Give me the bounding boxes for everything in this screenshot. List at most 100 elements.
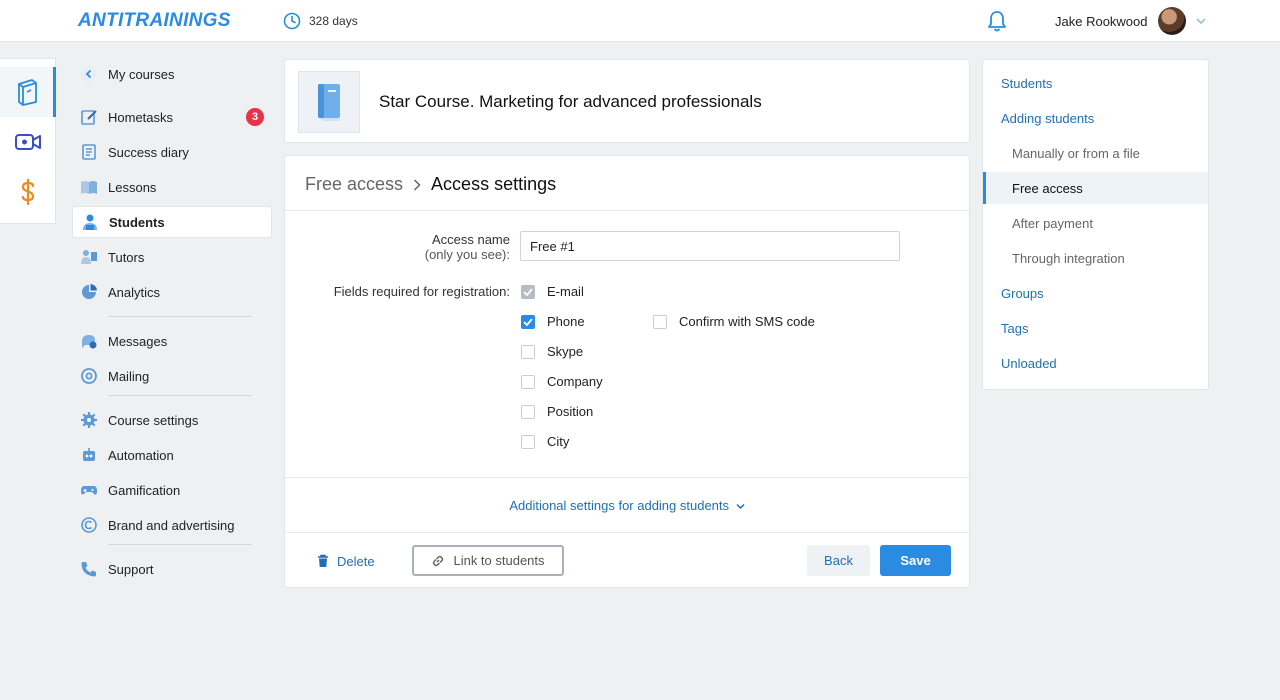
additional-settings-toggle[interactable]: Additional settings for adding students (285, 498, 969, 513)
gamepad-icon (80, 481, 98, 499)
checkbox-confirm-sms[interactable] (653, 314, 667, 329)
delete-label: Delete (337, 553, 375, 569)
field-confirm-sms[interactable]: Confirm with SMS code (653, 314, 815, 329)
nav-support[interactable]: Support (72, 553, 272, 585)
copyright-icon (80, 516, 98, 534)
chevron-down-icon (736, 503, 745, 510)
nav-label: Students (109, 214, 165, 230)
chat-icon (80, 332, 98, 350)
nav-label: Lessons (108, 179, 157, 195)
divider (285, 477, 969, 478)
field-skype[interactable]: Skype (521, 344, 583, 359)
nav-lessons[interactable]: Lessons (72, 171, 272, 203)
open-book-icon (80, 178, 98, 196)
user-name: Jake Rookwood (1055, 13, 1148, 29)
nav-mailing[interactable]: Mailing (72, 360, 272, 392)
course-thumbnail (298, 71, 360, 133)
checkmark-icon (523, 317, 533, 326)
field-email[interactable]: E-mail (521, 284, 584, 299)
field-company[interactable]: Company (521, 374, 603, 389)
divider (285, 210, 969, 211)
robot-icon (80, 446, 98, 464)
rail-courses[interactable] (0, 67, 56, 117)
rp-free-access[interactable]: Free access (983, 172, 1208, 204)
rail-webinars[interactable] (0, 117, 56, 167)
nav-label: My courses (108, 66, 175, 82)
notifications-button[interactable] (987, 10, 1007, 35)
nav-automation[interactable]: Automation (72, 439, 272, 471)
delete-button[interactable]: Delete (317, 546, 375, 576)
book-icon (17, 79, 37, 106)
nav-back-my-courses[interactable]: My courses (72, 58, 272, 90)
rail-payments[interactable] (0, 167, 56, 217)
nav-label: Success diary (108, 144, 189, 160)
field-label: Skype (547, 344, 584, 359)
subscription-days: 328 days (283, 12, 358, 30)
checkbox-email[interactable] (521, 284, 535, 299)
checkbox-phone[interactable] (521, 314, 535, 329)
nav-course-settings[interactable]: Course settings (72, 404, 272, 436)
nav-messages[interactable]: Messages (72, 325, 272, 357)
checkbox-position[interactable] (521, 404, 535, 419)
nav-brand-advertising[interactable]: Brand and advertising (72, 509, 272, 541)
nav-hometasks[interactable]: Hometasks 3 (72, 101, 272, 133)
checkbox-company[interactable] (521, 374, 535, 389)
back-button[interactable]: Back (807, 545, 870, 576)
page-title: Access settings (431, 174, 557, 194)
field-label: Confirm with SMS code (679, 314, 815, 329)
nav-label: Automation (108, 447, 174, 463)
hometasks-count-badge: 3 (246, 108, 264, 126)
rp-after-payment[interactable]: After payment (983, 207, 1208, 239)
additional-settings-label: Additional settings for adding students (509, 498, 730, 513)
breadcrumb: Free access Access settings (305, 174, 556, 195)
app-logo[interactable]: ANTITRAININGS (78, 10, 231, 32)
link-to-students-button[interactable]: Link to students (412, 545, 564, 576)
nav-tutors[interactable]: Tutors (72, 241, 272, 273)
field-phone[interactable]: Phone (521, 314, 585, 329)
field-label: Company (547, 374, 603, 389)
access-name-input[interactable] (520, 231, 900, 261)
nav-label: Course settings (108, 412, 199, 428)
pie-chart-icon (80, 283, 98, 301)
access-name-label-text: Access name (431, 232, 510, 247)
field-city[interactable]: City (521, 434, 569, 449)
field-label: E-mail (547, 284, 584, 299)
chevron-right-icon (414, 178, 421, 191)
nav-success-diary[interactable]: Success diary (72, 136, 272, 168)
field-position[interactable]: Position (521, 404, 593, 419)
rp-adding-students[interactable]: Adding students (983, 102, 1208, 134)
days-text: 328 days (309, 14, 358, 28)
rp-students[interactable]: Students (983, 67, 1208, 99)
breadcrumb-free-access[interactable]: Free access (305, 174, 403, 195)
rp-manually-or-file[interactable]: Manually or from a file (983, 137, 1208, 169)
at-sign-icon (80, 367, 98, 385)
save-button[interactable]: Save (880, 545, 951, 576)
checkbox-city[interactable] (521, 434, 535, 449)
rp-groups[interactable]: Groups (983, 277, 1208, 309)
nav-students[interactable]: Students (72, 206, 272, 238)
course-title: Star Course. Marketing for advanced prof… (379, 92, 762, 111)
icon-rail (0, 58, 56, 224)
book-cover-icon (318, 84, 340, 121)
nav-gamification[interactable]: Gamification (72, 474, 272, 506)
gear-icon (80, 411, 98, 429)
access-name-label: Access name (only you see): (285, 232, 510, 262)
nav-analytics[interactable]: Analytics (72, 276, 272, 308)
clock-icon (283, 12, 301, 30)
rp-tags[interactable]: Tags (983, 312, 1208, 344)
nav-label: Gamification (108, 482, 181, 498)
checkbox-skype[interactable] (521, 344, 535, 359)
user-menu[interactable]: Jake Rookwood (1055, 7, 1206, 35)
bell-icon (988, 11, 1006, 32)
fields-required-label: Fields required for registration: (333, 284, 510, 299)
rp-unloaded[interactable]: Unloaded (983, 347, 1208, 379)
notebook-icon (80, 143, 98, 161)
link-icon (433, 555, 444, 566)
access-name-hint: (only you see): (424, 247, 510, 262)
nav-label: Messages (108, 333, 168, 349)
divider (285, 532, 969, 533)
nav-label: Hometasks (108, 109, 174, 125)
students-section-nav: Students Adding students Manually or fro… (982, 59, 1209, 390)
rp-through-integration[interactable]: Through integration (983, 242, 1208, 274)
checkmark-icon (523, 287, 533, 296)
